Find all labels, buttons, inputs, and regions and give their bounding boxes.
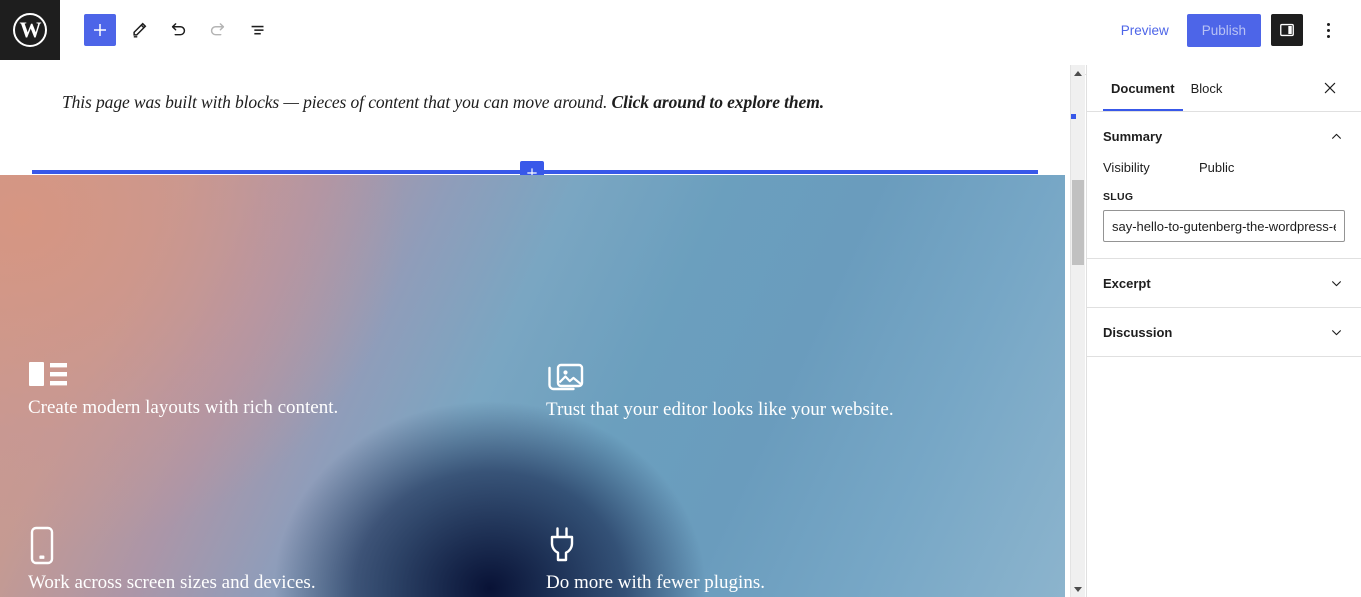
sidebar-tab-list: Document Block — [1087, 65, 1361, 112]
scrollbar-down-arrow-button[interactable] — [1071, 581, 1085, 597]
header-toolbar-right: Preview Publish — [1113, 0, 1361, 60]
tools-edit-pencil-button[interactable] — [120, 12, 156, 48]
scrollbar-up-arrow-button[interactable] — [1071, 65, 1085, 81]
header-toolbar-left — [60, 0, 276, 60]
publish-button[interactable]: Publish — [1186, 13, 1261, 47]
more-options-button[interactable] — [1313, 14, 1343, 46]
panel-excerpt-header[interactable]: Excerpt — [1087, 259, 1361, 307]
preview-button[interactable]: Preview — [1113, 17, 1177, 44]
panel-discussion-title: Discussion — [1103, 324, 1173, 340]
slug-input[interactable] — [1103, 210, 1345, 242]
panel-excerpt: Excerpt — [1087, 259, 1361, 308]
editor-canvas: This page was built with blocks — pieces… — [0, 65, 1070, 597]
panel-excerpt-title: Excerpt — [1103, 275, 1151, 291]
panel-discussion: Discussion — [1087, 308, 1361, 357]
cover-inner: Create modern layouts with rich content.… — [0, 175, 1065, 597]
feature-item-devices[interactable]: Work across screen sizes and devices. — [28, 525, 316, 594]
settings-sidebar: Document Block Summary Visibility Public… — [1086, 65, 1361, 597]
intro-paragraph-bold: Click around to explore them. — [611, 92, 825, 112]
panel-summary-title: Summary — [1103, 128, 1163, 144]
list-view-icon — [251, 25, 264, 35]
feature-item-plugins[interactable]: Do more with fewer plugins. — [546, 525, 765, 594]
panel-discussion-header[interactable]: Discussion — [1087, 308, 1361, 356]
visibility-value-button[interactable]: Public — [1199, 160, 1234, 175]
undo-button[interactable] — [160, 12, 196, 48]
slug-label: SLUG — [1103, 191, 1134, 203]
image-gallery-icon — [546, 358, 894, 399]
settings-sidebar-toggle-button[interactable] — [1271, 14, 1303, 46]
dot-1 — [1326, 22, 1330, 26]
panel-summary-body: Visibility Public SLUG — [1087, 160, 1361, 258]
block-inserter-button[interactable] — [84, 14, 116, 46]
redo-button[interactable] — [200, 12, 236, 48]
chevron-down-icon — [1328, 275, 1345, 292]
chevron-down-icon — [1328, 324, 1345, 341]
chevron-down-icon — [1074, 586, 1082, 592]
sidebar-panel-icon — [1280, 23, 1294, 37]
visibility-label: Visibility — [1103, 160, 1150, 175]
smartphone-icon — [28, 525, 316, 572]
intro-paragraph-plain: This page was built with blocks — pieces… — [62, 92, 612, 112]
panel-summary-header[interactable]: Summary — [1087, 112, 1361, 160]
feature-item-gallery[interactable]: Trust that your editor looks like your w… — [546, 358, 894, 421]
edit-pencil-icon — [132, 22, 146, 37]
plug-icon — [546, 525, 765, 572]
visibility-row: Visibility Public — [1103, 160, 1345, 175]
feature-label: Create modern layouts with rich content. — [28, 397, 339, 418]
feature-label: Do more with fewer plugins. — [546, 572, 765, 593]
cover-gradient-block[interactable]: Create modern layouts with rich content.… — [0, 175, 1065, 597]
canvas-scrollbar[interactable] — [1070, 65, 1085, 597]
document-overview-button[interactable] — [240, 12, 276, 48]
editor-header: W Preview Publish — [0, 0, 1361, 75]
tab-block[interactable]: Block — [1183, 66, 1231, 110]
tab-document[interactable]: Document — [1103, 66, 1183, 111]
columns-layout-icon — [28, 358, 338, 397]
wordpress-logo-button[interactable]: W — [0, 0, 60, 60]
plus-icon — [94, 24, 106, 36]
feature-item-columns[interactable]: Create modern layouts with rich content. — [28, 358, 338, 419]
wordpress-logo-icon: W — [13, 13, 47, 47]
close-sidebar-button[interactable] — [1315, 73, 1345, 103]
chevron-up-icon — [1328, 128, 1345, 145]
feature-label: Work across screen sizes and devices. — [28, 572, 316, 593]
scrollbar-thumb[interactable] — [1072, 180, 1084, 265]
feature-label: Trust that your editor looks like your w… — [546, 399, 894, 420]
close-icon — [1324, 82, 1336, 94]
scrollbar-position-marker — [1071, 114, 1076, 119]
undo-icon — [171, 23, 186, 36]
intro-paragraph-block[interactable]: This page was built with blocks — pieces… — [62, 92, 1022, 113]
panel-summary: Summary Visibility Public SLUG — [1087, 112, 1361, 259]
dot-2 — [1326, 28, 1330, 32]
redo-icon — [210, 23, 225, 36]
chevron-up-icon — [1074, 70, 1082, 76]
dot-3 — [1326, 34, 1330, 38]
